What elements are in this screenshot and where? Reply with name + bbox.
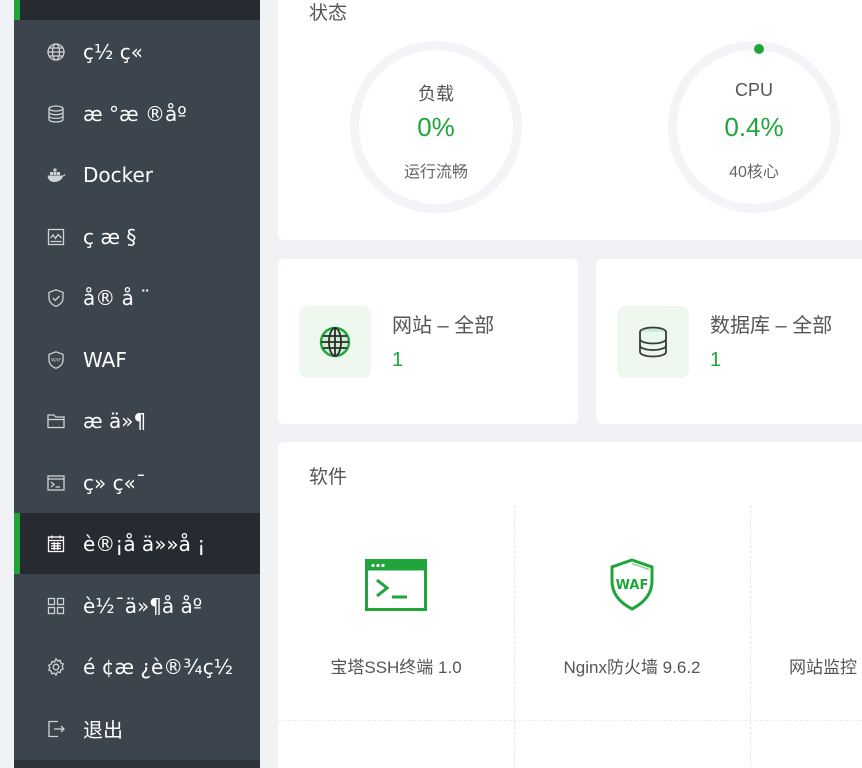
sidebar-item-files[interactable]: æ ä»¶	[14, 390, 260, 451]
status-card: 状态 负载 0% 运行流畅 CPU 0.4% 40核心	[278, 0, 862, 240]
waf-icon: WAF	[45, 349, 67, 371]
cpu-label: CPU	[734, 80, 773, 100]
logout-icon	[45, 718, 67, 740]
software-title: 软件	[309, 467, 348, 488]
waf-icon: WAF	[600, 557, 664, 613]
home-icon	[45, 0, 67, 1]
load-value: 0%	[417, 112, 455, 142]
left-gutter	[0, 0, 14, 768]
shield-icon	[45, 287, 67, 309]
database-stat-count[interactable]: 1	[710, 349, 721, 372]
svg-text:WAF: WAF	[616, 578, 649, 593]
software-name: 宝塔SSH终端 1.0	[330, 658, 462, 677]
apps-icon	[45, 595, 67, 617]
sidebar-item-logout[interactable]: 退出	[14, 698, 260, 759]
sidebar-item-label: ç æ §	[83, 224, 137, 249]
calendar-icon	[45, 533, 67, 555]
software-item-ssh-terminal[interactable]: 宝塔SSH终端 1.0	[278, 505, 514, 721]
sidebar-item-label: ç» ç«¯	[83, 470, 146, 495]
sidebar-item-software[interactable]: è½¯ä»¶å åº	[14, 575, 260, 636]
software-name: 网站监控	[789, 658, 857, 677]
sidebar-item-label: æ ä»¶	[83, 408, 147, 433]
website-stat-card[interactable]: 网站 – 全部 1	[278, 259, 578, 424]
sidebar-item-monitor[interactable]: ç æ §	[14, 206, 260, 267]
website-stat-count[interactable]: 1	[392, 349, 403, 372]
globe-icon	[299, 306, 371, 378]
website-stat-title: 网站 – 全部	[392, 315, 495, 337]
cpu-cores: 40核心	[729, 164, 779, 181]
sidebar-item-docker[interactable]: Docker	[14, 144, 260, 205]
sidebar-item-settings[interactable]: é ¢æ ¿è®¾ç½	[14, 636, 260, 697]
load-gauge[interactable]: 负载 0% 运行流畅	[350, 41, 522, 213]
database-icon	[617, 306, 689, 378]
terminal-icon	[364, 557, 428, 613]
sidebar-item-label: é ¢æ ¿è®¾ç½	[83, 654, 234, 679]
database-stat-title: 数据库 – 全部	[710, 315, 833, 337]
sidebar-item-label: ç½ ç«	[83, 39, 143, 64]
software-item-nginx-waf[interactable]: WAF Nginx防火墙 9.6.2	[514, 505, 750, 721]
sidebar-item-label: è½¯ä»¶å åº	[83, 593, 203, 618]
load-label: 负载	[418, 84, 454, 104]
sidebar-item-label: Docker	[83, 162, 154, 187]
sidebar-item-waf[interactable]: WAF WAF	[14, 329, 260, 390]
software-name: Nginx防火墙 9.6.2	[563, 658, 701, 677]
sidebar-item-terminal[interactable]: ç» ç«¯	[14, 452, 260, 513]
load-status: 运行流畅	[403, 164, 468, 181]
cpu-value: 0.4%	[724, 112, 784, 142]
database-icon	[45, 103, 67, 125]
sidebar-footer	[14, 760, 260, 768]
sidebar-item-website[interactable]: ç½ ç«	[14, 21, 260, 82]
folder-icon	[45, 410, 67, 432]
status-title: 状态	[309, 3, 348, 24]
software-item-site-monitor[interactable]: 网站监控	[750, 505, 862, 721]
sidebar-item-label: æ °æ ®åº	[83, 101, 187, 126]
svg-text:WAF: WAF	[51, 357, 61, 363]
sidebar-item-home[interactable]	[14, 0, 260, 20]
sidebar-item-label: WAF	[83, 347, 127, 372]
sidebar-item-label: è®¡å ä»»å ¡	[83, 531, 206, 556]
settings-icon	[45, 656, 67, 678]
sidebar-item-security[interactable]: å® å ¨	[14, 267, 260, 328]
sidebar-item-cron[interactable]: è®¡å ä»»å ¡	[14, 513, 260, 574]
sidebar-item-label: å® å ¨	[83, 285, 151, 310]
database-stat-card[interactable]: 数据库 – 全部 1	[596, 259, 862, 424]
terminal-icon	[45, 472, 67, 494]
cpu-gauge[interactable]: CPU 0.4% 40核心	[668, 41, 840, 213]
monitor-icon	[45, 226, 67, 248]
software-card: 软件 宝塔SSH终端 1.0 WAF Nginx防火墙 9.6.2 网站监控	[278, 442, 862, 768]
globe-icon	[45, 41, 67, 63]
sidebar: ç½ ç« æ °æ ®åº Docker ç æ § å® å ¨ WAF W…	[14, 0, 260, 768]
docker-icon	[45, 164, 67, 186]
sidebar-item-database[interactable]: æ °æ ®åº	[14, 83, 260, 144]
sidebar-item-label: 退出	[83, 718, 123, 742]
